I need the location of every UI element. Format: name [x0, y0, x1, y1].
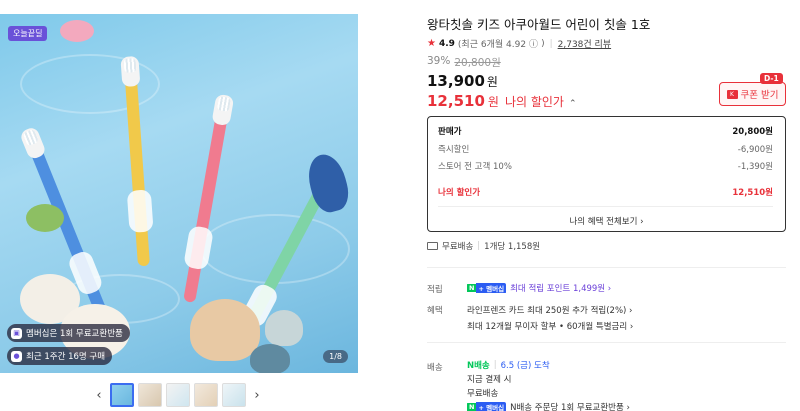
- today-deal-badge: 오늘끝딜: [8, 26, 48, 41]
- breakdown-value: -6,900원: [737, 145, 773, 155]
- points-row[interactable]: N + 멤버십 최대 적립 포인트 1,499원 ›: [467, 282, 611, 294]
- section-divider: [427, 342, 786, 343]
- membership-tag: + 멤버십: [476, 283, 507, 293]
- my-price-label: 나의 할인가: [504, 95, 564, 109]
- naver-n-icon: N: [467, 403, 477, 411]
- delivery-return-row[interactable]: N + 멤버십 N배송 주문당 1회 무료교환반품 ›: [467, 401, 630, 411]
- original-price: 20,800원: [454, 57, 501, 69]
- divider: |: [477, 241, 481, 251]
- section-divider: [427, 267, 786, 268]
- benefit-card-link[interactable]: 라인프렌즈 카드 최대 250원 추가 적립(2%) ›: [467, 304, 632, 316]
- conch-shell: [190, 299, 260, 361]
- delivery-free: 무료배송: [467, 387, 498, 399]
- water-ripple: [20, 54, 160, 114]
- rating-score: 4.9: [438, 38, 455, 49]
- coupon-dday-badge: D-1: [760, 73, 783, 84]
- review-count-link[interactable]: 2,738건 리뷰: [558, 37, 611, 50]
- coupon-icon: K: [726, 89, 738, 99]
- breakdown-value: 20,800원: [732, 127, 773, 137]
- shipping-summary: 무료배송 | 1개당 1,158원: [427, 240, 540, 252]
- product-info-panel: 왕타칫솔 키즈 아쿠아월드 어린이 칫솔 1호 ★ 4.9 (최근 6개월 4.…: [427, 0, 800, 411]
- view-all-benefits-link[interactable]: 나의 혜택 전체보기 ›: [428, 215, 785, 227]
- product-image-gallery[interactable]: 오늘끝딜 ▣ 멤버십은 1회 무료교환반품 ● 최근 1주간 16명 구매 1/…: [0, 14, 358, 373]
- thumbnail-4[interactable]: [194, 383, 218, 407]
- thumbnail-1[interactable]: [110, 383, 134, 407]
- free-shipping-text: 무료배송: [442, 242, 474, 252]
- image-page-indicator: 1/8: [323, 350, 348, 363]
- chevron-up-icon[interactable]: ⌃: [569, 99, 577, 109]
- coupon-label: 쿠폰 받기: [740, 90, 779, 101]
- naver-n-icon: N: [467, 284, 477, 292]
- product-main-image[interactable]: [0, 14, 358, 373]
- breakdown-row-store-discount: 스토어 전 고객 10% -1,390원: [438, 160, 773, 172]
- delivery-row: N배송 | 6.5 (금) 도착: [467, 359, 550, 371]
- breakdown-total-label: 나의 할인가: [438, 188, 481, 198]
- pink-toy-figure: [60, 20, 94, 42]
- my-price-unit: 원: [487, 95, 499, 109]
- product-title: 왕타칫솔 키즈 아쿠아월드 어린이 칫솔 1호: [427, 17, 651, 32]
- divider: |: [549, 38, 553, 49]
- rating-detail: (최근 6개월 4.92: [457, 40, 527, 50]
- seashell: [265, 310, 303, 346]
- payment-timing-text: 지금 결제 시: [467, 375, 512, 385]
- recent-purchase-pill: ● 최근 1주간 16명 구매: [7, 347, 113, 365]
- benefits-label: 혜택: [427, 306, 443, 316]
- price-breakdown-box: 판매가 20,800원 즉시할인 -6,900원 스토어 전 고객 10% -1…: [427, 116, 786, 232]
- app-icon: ▣: [11, 327, 22, 339]
- max-points-text: 최대 적립 포인트 1,499원 ›: [510, 284, 612, 294]
- discount-row: 39% 20,800원: [427, 55, 501, 70]
- npay-membership-badge: N + 멤버십: [467, 402, 507, 411]
- points-label: 적립: [427, 285, 443, 295]
- divider: [438, 206, 773, 207]
- thumbnail-5[interactable]: [222, 383, 246, 407]
- membership-return-pill: ▣ 멤버십은 1회 무료교환반품: [7, 324, 130, 342]
- thumbnail-2[interactable]: [138, 383, 162, 407]
- toothbrush-pink: [183, 93, 235, 304]
- turtle-figure: [26, 204, 64, 232]
- sale-price: 13,900 원: [427, 72, 498, 90]
- delivery-free-text: 무료배송: [467, 389, 499, 399]
- breakdown-row-sale-price: 판매가 20,800원: [438, 125, 773, 137]
- seashell: [250, 344, 290, 373]
- rating-row: ★ 4.9 (최근 6개월 4.92 ⓘ) | 2,738건 리뷰: [427, 37, 611, 50]
- n-delivery-badge: N배송: [467, 361, 490, 371]
- breakdown-label: 스토어 전 고객 10%: [438, 162, 512, 172]
- star-icon: ★: [427, 38, 436, 49]
- truck-icon: [427, 242, 438, 250]
- coupon-button[interactable]: K 쿠폰 받기: [719, 82, 786, 106]
- user-icon: ●: [11, 350, 22, 362]
- installment-link[interactable]: 최대 12개월 무이자 할부 • 60개월 특별금리 ›: [467, 320, 633, 332]
- toothbrush-yellow: [120, 55, 154, 267]
- sale-price-value: 13,900: [427, 72, 485, 90]
- info-icon[interactable]: ⓘ: [529, 37, 538, 50]
- breakdown-row-instant-discount: 즉시할인 -6,900원: [438, 143, 773, 155]
- my-price-value: 12,510: [427, 92, 485, 110]
- membership-tag: + 멤버십: [476, 402, 507, 411]
- installment-text: 최대 12개월 무이자 할부 • 60개월 특별금리 ›: [467, 322, 634, 332]
- thumbnail-prev-arrow[interactable]: ‹: [92, 388, 106, 403]
- arrival-date: 6.5 (금) 도착: [500, 361, 550, 371]
- divider: |: [493, 360, 497, 370]
- thumbnail-strip: ‹ ›: [92, 381, 268, 409]
- breakdown-label: 판매가: [438, 127, 462, 137]
- delivery-label: 배송: [427, 363, 443, 373]
- breakdown-value: -1,390원: [737, 162, 773, 172]
- sale-price-unit: 원: [486, 75, 498, 89]
- breakdown-label: 즉시할인: [438, 145, 470, 155]
- discount-percent: 39%: [427, 55, 451, 67]
- per-unit-price: 1개당 1,158원: [484, 242, 541, 252]
- thumbnail-next-arrow[interactable]: ›: [250, 388, 264, 403]
- card-benefit-text: 라인프렌즈 카드 최대 250원 추가 적립(2%) ›: [467, 306, 633, 316]
- breakdown-row-my-price: 나의 할인가 12,510원: [438, 186, 773, 198]
- free-return-text: N배송 주문당 1회 무료교환반품 ›: [510, 403, 630, 411]
- my-discount-price[interactable]: 12,510 원 나의 할인가 ⌃: [427, 92, 577, 110]
- rating-detail-end: ): [541, 38, 545, 49]
- payment-timing: 지금 결제 시: [467, 373, 512, 385]
- membership-return-text: 멤버십은 1회 무료교환반품: [26, 329, 123, 339]
- npay-membership-badge: N + 멤버십: [467, 283, 507, 294]
- recent-purchase-text: 최근 1주간 16명 구매: [26, 352, 106, 362]
- breakdown-total-value: 12,510원: [732, 188, 773, 198]
- thumbnail-3[interactable]: [166, 383, 190, 407]
